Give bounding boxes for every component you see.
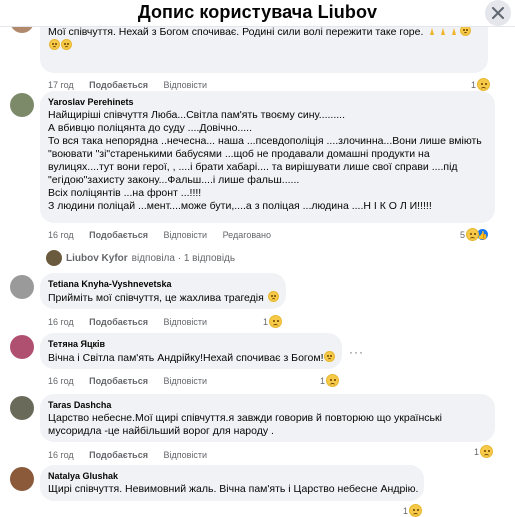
comment-time[interactable]: 17 год xyxy=(48,80,74,90)
comment-meta: 17 год Подобається Відповісти xyxy=(48,80,220,90)
comment-meta: 16 год Подобається Відповісти Редаговано xyxy=(48,230,284,240)
comment-meta: 16 год Подобається Відповісти xyxy=(48,450,220,460)
comment-text: Найщиріші співчуття Люба...Світла пам'ят… xyxy=(48,109,346,121)
like-link[interactable]: Подобається xyxy=(89,230,148,240)
comment-time[interactable]: 16 год xyxy=(48,450,74,460)
like-link[interactable]: Подобається xyxy=(89,317,148,327)
comment-author[interactable]: Yaroslav Perehinets xyxy=(48,96,487,108)
reply-link[interactable]: Відповісти xyxy=(163,376,207,386)
reply-link[interactable]: Відповісти xyxy=(163,80,207,90)
comments-list[interactable]: Мої співчуття. Нехай з Богом спочиває. Р… xyxy=(0,27,515,517)
avatar[interactable] xyxy=(10,275,34,299)
comment-text: Царство небесне.Мої щирі співчуття.я зав… xyxy=(48,412,442,424)
comment-time[interactable]: 16 год xyxy=(48,230,74,240)
comment-bubble: Natalya Glushak Щирі співчуття. Невимовн… xyxy=(40,465,424,501)
reply-link[interactable]: Відповісти xyxy=(163,230,207,240)
comment-time[interactable]: 16 год xyxy=(48,376,74,386)
comment-author[interactable]: Natalya Glushak xyxy=(48,470,416,482)
sad-emoji-icon xyxy=(61,39,72,50)
more-options-icon[interactable]: ··· xyxy=(349,345,364,359)
close-button[interactable] xyxy=(485,0,511,26)
comment-text: вулицях....тут вони герої, , ....і брати… xyxy=(48,161,458,173)
sad-reaction-icon xyxy=(480,445,494,458)
comment-time[interactable]: 16 год xyxy=(48,317,74,327)
comment-author[interactable]: Taras Dashcha xyxy=(48,399,487,411)
comment-text: З людини поліцай ...мент....може бути,..… xyxy=(48,200,432,212)
sad-reaction-icon xyxy=(269,315,283,328)
comment-text: А вбивцю поліцянта до суду ....Довічно..… xyxy=(48,122,253,134)
reaction-count[interactable]: 1 xyxy=(263,315,283,328)
avatar[interactable] xyxy=(10,335,34,359)
comment-text: Мої співчуття. Нехай з Богом спочиває. Р… xyxy=(48,27,424,38)
reaction-count[interactable]: 5 👍 xyxy=(460,228,490,241)
sad-emoji-icon xyxy=(49,39,60,50)
comment-bubble: Мої співчуття. Нехай з Богом спочиває. Р… xyxy=(40,27,488,73)
sad-reaction-icon xyxy=(477,78,491,91)
comment-text: мусоридла -це найбільший ворог для народ… xyxy=(48,425,274,437)
like-link[interactable]: Подобається xyxy=(89,376,148,386)
edited-label: Редаговано xyxy=(222,230,272,240)
reply-link[interactable]: Відповісти xyxy=(163,450,207,460)
like-link[interactable]: Подобається xyxy=(89,80,148,90)
reply-summary: відповіла · 1 відповідь xyxy=(131,252,236,264)
comment-text: Прийміть мої співчуття, це жахлива траге… xyxy=(48,292,264,304)
pray-emoji-icon xyxy=(452,28,457,35)
comment-bubble: Tetiana Knyha-Vyshnevetska Прийміть мої … xyxy=(40,273,286,309)
dialog-header: Допис користувача Liubov xyxy=(0,0,515,27)
comment-meta: 16 год Подобається Відповісти xyxy=(48,376,220,386)
sad-emoji-icon xyxy=(267,291,279,302)
avatar[interactable] xyxy=(10,93,34,117)
reaction-count[interactable]: 1 xyxy=(403,504,423,517)
comment-author[interactable]: Tetiana Knyha-Vyshnevetska xyxy=(48,278,278,290)
comment-bubble: Тетяна Яцків Вічна і Світла пам'ять Андр… xyxy=(40,333,342,369)
close-icon xyxy=(492,7,504,19)
comment-text: "воювати "зі"старенькими бабусями ...щоб… xyxy=(48,148,430,160)
avatar[interactable] xyxy=(10,467,34,491)
view-replies-link[interactable]: Liubov Kyfor відповіла · 1 відповідь xyxy=(46,250,235,266)
comment-bubble: Yaroslav Perehinets Найщиріші співчуття … xyxy=(40,91,495,223)
comment-author[interactable]: Тетяна Яцків xyxy=(48,338,334,350)
dialog-title: Допис користувача Liubov xyxy=(137,2,378,22)
reply-author: Liubov Kyfor xyxy=(66,252,128,264)
comment-text: Щирі співчуття. Невимовний жаль. Вічна п… xyxy=(48,483,419,495)
comment-text: Всіх поліцянтів ...на фронт ...!!!! xyxy=(48,187,202,199)
avatar xyxy=(46,250,62,266)
avatar[interactable] xyxy=(10,396,34,420)
sad-emoji-icon xyxy=(324,351,336,362)
comment-bubble: Taras Dashcha Царство небесне.Мої щирі с… xyxy=(40,394,495,442)
reaction-count[interactable]: 1 xyxy=(471,78,491,91)
avatar[interactable] xyxy=(10,27,34,33)
like-link[interactable]: Подобається xyxy=(89,450,148,460)
reaction-count[interactable]: 1 xyxy=(474,445,494,458)
sad-reaction-icon xyxy=(409,504,423,517)
pray-emoji-icon xyxy=(441,28,446,35)
reply-link[interactable]: Відповісти xyxy=(163,317,207,327)
comment-text: Вічна і Світла пам'ять Андрійку!Нехай сп… xyxy=(48,352,324,364)
sad-emoji-icon xyxy=(460,27,472,36)
sad-reaction-icon xyxy=(326,374,340,387)
reaction-count[interactable]: 1 xyxy=(320,374,340,387)
comment-text: То вся така непорядна ..нечесна... наша … xyxy=(48,135,482,147)
sad-reaction-icon xyxy=(466,228,480,241)
pray-emoji-icon xyxy=(430,28,435,35)
comment-text: "егідою"захисту закону...Фальш....і лише… xyxy=(48,174,300,186)
comment-meta: 16 год Подобається Відповісти xyxy=(48,317,220,327)
